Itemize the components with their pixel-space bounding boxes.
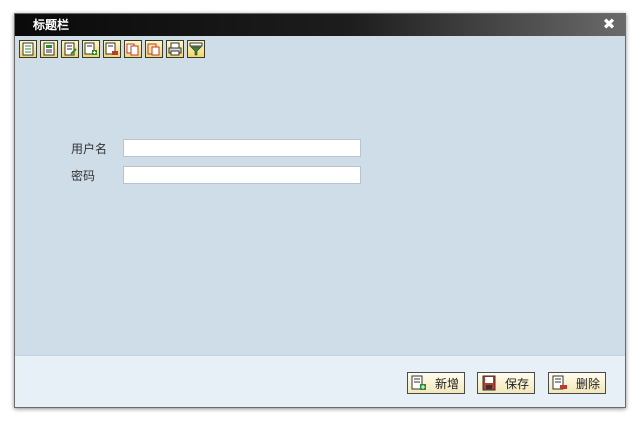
document-delete-icon[interactable] (103, 40, 121, 58)
delete-button-label: 删除 (576, 376, 601, 391)
delete-icon (552, 375, 567, 390)
delete-button[interactable]: 删除 (548, 372, 607, 394)
add-button[interactable]: 新增 (407, 372, 466, 394)
toolbar (19, 40, 205, 60)
password-label: 密码 (71, 169, 96, 183)
copy-icon[interactable] (124, 40, 142, 58)
document-add-icon[interactable] (82, 40, 100, 58)
save-button[interactable]: 保存 (477, 372, 536, 394)
save-icon (482, 375, 496, 391)
document-view-icon[interactable] (40, 40, 58, 58)
document-edit-icon[interactable] (61, 40, 79, 58)
username-input[interactable] (123, 139, 361, 157)
add-button-label: 新增 (435, 376, 460, 391)
username-label: 用户名 (71, 142, 108, 156)
document-icon[interactable] (19, 40, 37, 58)
print-icon[interactable] (166, 40, 184, 58)
password-input[interactable] (123, 166, 361, 184)
window-title: 标题栏 (33, 18, 70, 32)
footer-bar: 新增 保存 删除 (15, 355, 625, 407)
filter-icon[interactable] (187, 40, 205, 58)
title-bar[interactable]: 标题栏 ✖ (15, 14, 625, 36)
close-icon[interactable]: ✖ (601, 16, 617, 32)
add-icon (411, 375, 426, 390)
save-button-label: 保存 (505, 376, 530, 391)
paste-icon[interactable] (145, 40, 163, 58)
dialog-window: 标题栏 ✖ 用户名 密码 新增 保存 删除 (14, 13, 626, 408)
